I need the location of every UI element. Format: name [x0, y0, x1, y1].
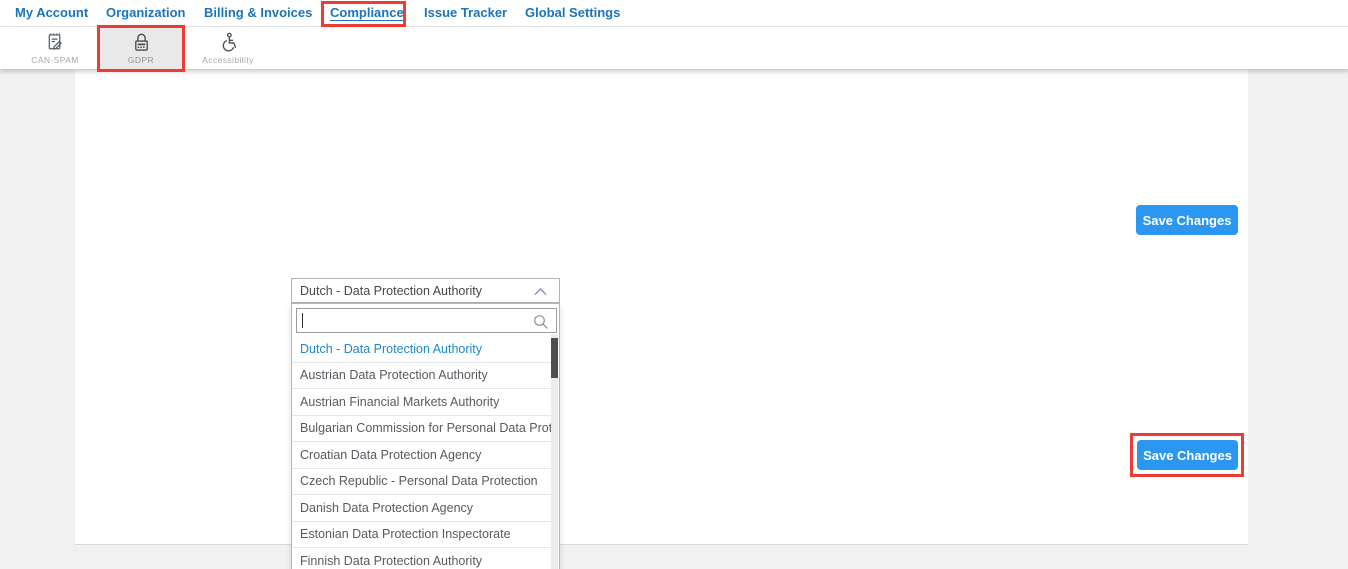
- authority-dropdown: Dutch - Data Protection Authority Austri…: [291, 303, 560, 569]
- tool-label: Accessibility: [202, 55, 254, 65]
- tool-accessibility[interactable]: Accessibility: [190, 27, 266, 70]
- dropdown-search: [296, 308, 557, 333]
- lock-icon: [132, 32, 151, 53]
- chevron-up-icon: [534, 288, 547, 296]
- dropdown-option[interactable]: Austrian Data Protection Authority: [292, 363, 552, 390]
- dropdown-option[interactable]: Bulgarian Commission for Personal Data P…: [292, 416, 552, 443]
- dropdown-option[interactable]: Dutch - Data Protection Authority: [292, 336, 552, 363]
- compliance-settings-page: My Account Organization Billing & Invoic…: [0, 0, 1348, 569]
- compliance-toolbar: CAN-SPAM GDPR Ac: [0, 27, 1348, 70]
- tool-gdpr[interactable]: GDPR: [100, 27, 182, 70]
- authority-select[interactable]: Dutch - Data Protection Authority: [291, 278, 560, 303]
- dropdown-option[interactable]: Austrian Financial Markets Authority: [292, 389, 552, 416]
- dropdown-option[interactable]: Danish Data Protection Agency: [292, 495, 552, 522]
- accessibility-icon: [218, 32, 239, 53]
- top-navigation: My Account Organization Billing & Invoic…: [0, 0, 1348, 27]
- nav-item-global-settings[interactable]: Global Settings: [525, 5, 620, 20]
- nav-item-compliance[interactable]: Compliance: [330, 5, 404, 20]
- search-icon: [533, 314, 549, 330]
- text-caret: [302, 313, 303, 328]
- nav-item-organization[interactable]: Organization: [106, 5, 185, 20]
- save-changes-button-address[interactable]: Save Changes: [1136, 205, 1238, 235]
- dropdown-option[interactable]: Finnish Data Protection Authority: [292, 548, 552, 569]
- save-changes-button-authority[interactable]: Save Changes: [1137, 440, 1238, 470]
- authority-selected-value: Dutch - Data Protection Authority: [300, 284, 482, 298]
- nav-item-billing-invoices[interactable]: Billing & Invoices: [204, 5, 312, 20]
- tool-label: CAN-SPAM: [31, 55, 78, 65]
- tool-label: GDPR: [128, 55, 154, 65]
- dropdown-scrollbar-track[interactable]: [551, 334, 558, 569]
- nav-item-issue-tracker[interactable]: Issue Tracker: [424, 5, 507, 20]
- dropdown-option[interactable]: Czech Republic - Personal Data Protectio…: [292, 469, 552, 496]
- gdpr-settings-panel: [75, 70, 1248, 545]
- dropdown-option[interactable]: Estonian Data Protection Inspectorate: [292, 522, 552, 549]
- document-edit-icon: [45, 32, 66, 53]
- dropdown-search-input[interactable]: [297, 309, 556, 332]
- dropdown-option-list: Dutch - Data Protection Authority Austri…: [292, 336, 552, 569]
- dropdown-option[interactable]: Croatian Data Protection Agency: [292, 442, 552, 469]
- nav-item-my-account[interactable]: My Account: [15, 5, 88, 20]
- tool-can-spam[interactable]: CAN-SPAM: [19, 27, 91, 70]
- dropdown-scrollbar-thumb[interactable]: [551, 338, 558, 378]
